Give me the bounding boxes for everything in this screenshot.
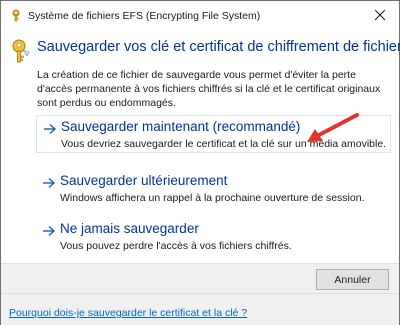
dialog-description: La création de ce fichier de sauvegarde … [37, 69, 381, 109]
arrow-right-icon [42, 176, 56, 194]
option-description: Windows affichera un rappel à la prochai… [60, 192, 365, 204]
arrow-right-icon [43, 122, 57, 140]
dialog-heading: Sauvegarder vos clé et certificat de chi… [37, 39, 400, 55]
button-bar: Annuler [1, 263, 399, 294]
option-description: Vous pouvez perdre l'accès à vos fichier… [60, 240, 292, 252]
close-icon[interactable] [371, 6, 389, 24]
annotation-arrow-icon [301, 109, 361, 154]
window-title: Système de fichiers EFS (Encrypting File… [28, 10, 261, 22]
cancel-button[interactable]: Annuler [316, 269, 389, 290]
key-icon [9, 38, 33, 69]
arrow-right-icon [42, 224, 56, 242]
efs-dialog-window: Système de fichiers EFS (Encrypting File… [0, 0, 400, 325]
help-link[interactable]: Pourquoi dois-je sauvegarder le certific… [9, 307, 247, 319]
option-never-backup[interactable]: Ne jamais sauvegarder Vous pouvez perdre… [36, 218, 391, 256]
option-title: Sauvegarder ultérieurement [60, 173, 228, 188]
option-backup-later[interactable]: Sauvegarder ultérieurement Windows affic… [36, 170, 391, 208]
option-title: Sauvegarder maintenant (recommandé) [61, 119, 301, 134]
title-bar: Système de fichiers EFS (Encrypting File… [1, 1, 399, 31]
efs-app-icon [9, 8, 23, 27]
option-title: Ne jamais sauvegarder [60, 221, 199, 236]
help-footer: Pourquoi dois-je sauvegarder le certific… [1, 293, 399, 325]
